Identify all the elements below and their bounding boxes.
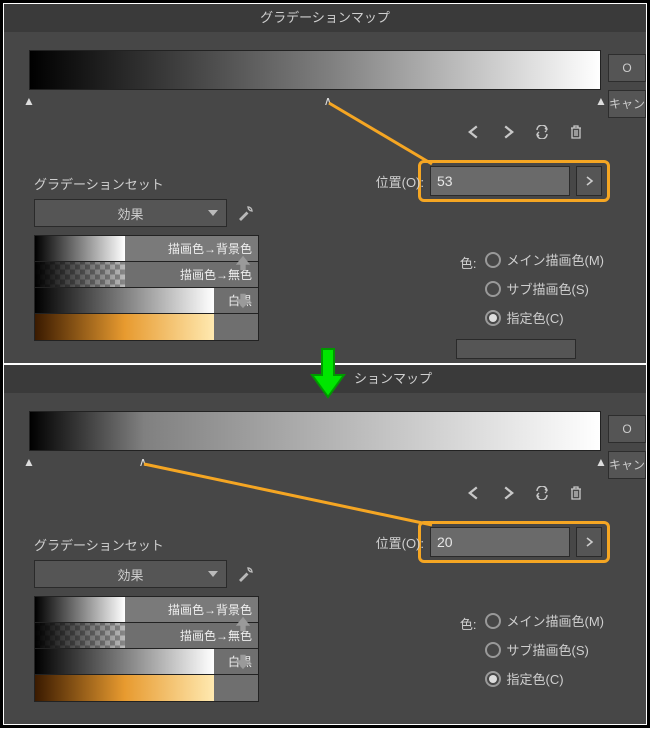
preset-swatch	[35, 262, 125, 287]
gradient-set-list: 描画色→背景色 描画色→無色 白黒	[34, 235, 259, 341]
gradient-set-dropdown[interactable]: 効果	[34, 199, 227, 227]
preset-swatch	[35, 623, 125, 648]
wrench-icon[interactable]	[233, 200, 259, 226]
next-stop-icon[interactable]	[498, 483, 518, 503]
gradient-preset-item[interactable]: 描画色→背景色	[35, 597, 258, 623]
radio-label: メイン描画色(M)	[507, 250, 605, 269]
move-down-icon[interactable]	[232, 651, 254, 673]
ok-button[interactable]: O	[608, 54, 646, 82]
gradient-map-panel-before: グラデーションマップ ▲ ▲ ∧ O キャン 位置(O): 53 グラデーション…	[3, 3, 647, 364]
radio-specified-color[interactable]: 指定色(C)	[485, 669, 605, 688]
gradient-preset-item[interactable]: 白黒	[35, 649, 258, 675]
position-label: 位置(O):	[376, 172, 424, 191]
radio-label: メイン描画色(M)	[507, 611, 605, 630]
gradient-set-list: 描画色→背景色 描画色→無色 白黒	[34, 596, 259, 702]
ok-button[interactable]: O	[608, 415, 646, 443]
move-up-icon[interactable]	[232, 613, 254, 635]
window-title: グラデーションマップ	[4, 4, 646, 32]
trash-icon[interactable]	[566, 122, 586, 142]
cancel-button[interactable]: キャン	[608, 90, 646, 118]
gradient-marker-mid[interactable]: ∧	[139, 455, 148, 469]
gradient-track[interactable]	[29, 411, 601, 451]
trash-icon[interactable]	[566, 483, 586, 503]
radio-sub-color[interactable]: サブ描画色(S)	[485, 279, 605, 298]
radio-label: サブ描画色(S)	[507, 279, 589, 298]
position-input[interactable]: 53	[430, 166, 570, 196]
gradient-preset-item[interactable]: 白黒	[35, 288, 258, 314]
gradient-set-title: グラデーションセット	[34, 535, 259, 554]
preset-swatch	[35, 649, 214, 674]
preset-swatch	[35, 288, 214, 313]
color-label: 色:	[460, 250, 477, 327]
gradient-track[interactable]	[29, 50, 601, 90]
color-swatch-button[interactable]	[456, 339, 576, 359]
gradient-set-group: グラデーションセット 効果 描画色→背景色 描画色→無色 白黒	[34, 535, 259, 702]
down-arrow-annotation	[308, 345, 348, 401]
gradient-marker-mid[interactable]: ∧	[324, 94, 333, 108]
flip-icon[interactable]	[532, 483, 552, 503]
preset-swatch	[35, 236, 125, 261]
gradient-preset-item[interactable]	[35, 675, 258, 701]
radio-main-color[interactable]: メイン描画色(M)	[485, 611, 605, 630]
preset-swatch	[35, 314, 214, 340]
gradient-preset-item[interactable]: 描画色→無色	[35, 262, 258, 288]
preset-swatch	[35, 675, 214, 701]
gradient-preset-item[interactable]: 描画色→背景色	[35, 236, 258, 262]
gradient-marker-start[interactable]: ▲	[23, 455, 35, 469]
color-label: 色:	[460, 611, 477, 688]
move-down-icon[interactable]	[232, 290, 254, 312]
gradient-marker-end[interactable]: ▲	[595, 94, 607, 108]
radio-label: サブ描画色(S)	[507, 640, 589, 659]
prev-stop-icon[interactable]	[464, 483, 484, 503]
position-stepper[interactable]	[576, 527, 602, 557]
prev-stop-icon[interactable]	[464, 122, 484, 142]
gradient-map-panel-after: ションマップ ▲ ▲ ∧ O キャン 位置(O): 20 グラデーションセット …	[3, 364, 647, 725]
gradient-marker-end[interactable]: ▲	[595, 455, 607, 469]
wrench-icon[interactable]	[233, 561, 259, 587]
radio-specified-color[interactable]: 指定色(C)	[485, 308, 605, 327]
preset-swatch	[35, 597, 125, 622]
position-label: 位置(O):	[376, 533, 424, 552]
radio-sub-color[interactable]: サブ描画色(S)	[485, 640, 605, 659]
position-input[interactable]: 20	[430, 527, 570, 557]
gradient-set-group: グラデーションセット 効果 描画色→背景色 描画色→無色 白黒	[34, 174, 259, 341]
gradient-marker-start[interactable]: ▲	[23, 94, 35, 108]
cancel-button[interactable]: キャン	[608, 451, 646, 479]
preset-label	[214, 675, 258, 701]
radio-main-color[interactable]: メイン描画色(M)	[485, 250, 605, 269]
flip-icon[interactable]	[532, 122, 552, 142]
radio-label: 指定色(C)	[507, 669, 564, 688]
next-stop-icon[interactable]	[498, 122, 518, 142]
preset-label	[214, 314, 258, 340]
position-stepper[interactable]	[576, 166, 602, 196]
gradient-set-dropdown[interactable]: 効果	[34, 560, 227, 588]
gradient-set-title: グラデーションセット	[34, 174, 259, 193]
gradient-preset-item[interactable]	[35, 314, 258, 340]
gradient-preset-item[interactable]: 描画色→無色	[35, 623, 258, 649]
radio-label: 指定色(C)	[507, 308, 564, 327]
move-up-icon[interactable]	[232, 252, 254, 274]
